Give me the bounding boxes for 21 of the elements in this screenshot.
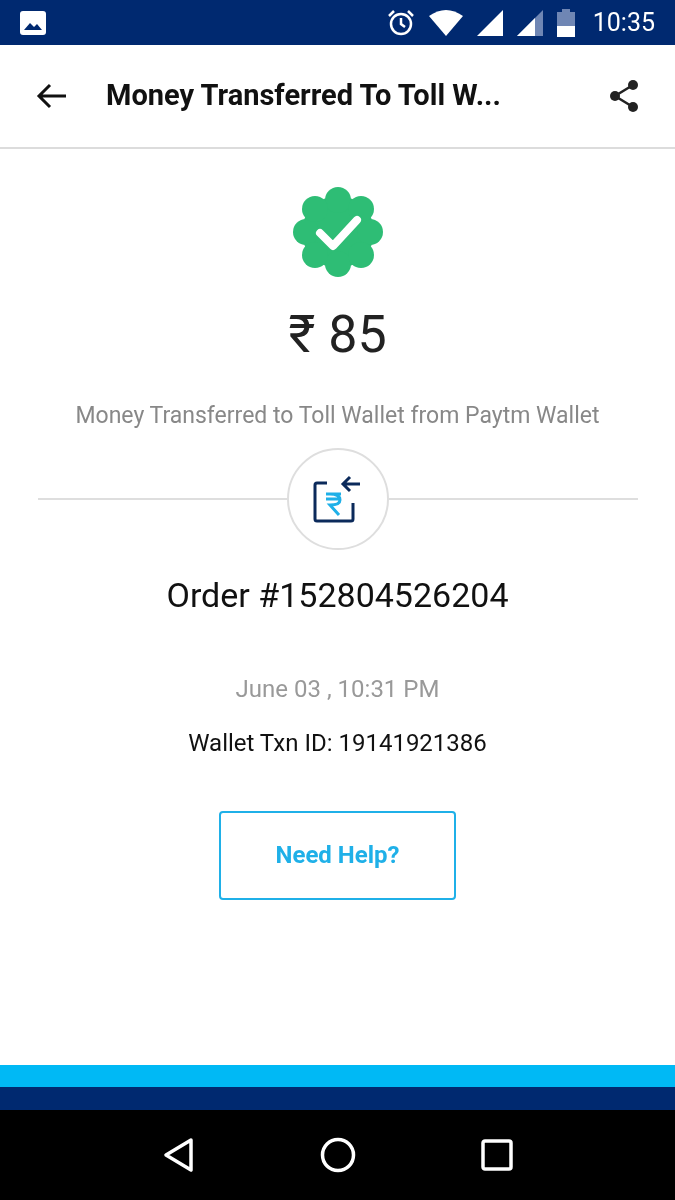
status-time: 10:35 xyxy=(592,6,655,39)
order-number: Order #152804526204 xyxy=(166,573,509,617)
signal-icon xyxy=(516,9,543,36)
signal-icon xyxy=(476,9,503,36)
wifi-icon xyxy=(428,9,463,36)
success-check-icon xyxy=(291,186,384,278)
alarm-icon xyxy=(386,8,415,37)
nav-recents-icon[interactable] xyxy=(480,1139,513,1171)
share-icon[interactable] xyxy=(609,80,639,112)
wallet-transfer-icon xyxy=(312,474,363,523)
amount: ₹ 85 xyxy=(288,305,387,365)
need-help-button[interactable]: Need Help? xyxy=(219,810,456,900)
battery-icon xyxy=(556,8,575,37)
back-arrow-icon[interactable] xyxy=(36,83,68,109)
screen-title: Money Transferred To Toll W... xyxy=(106,77,501,115)
wallet-txn-id: Wallet Txn ID: 19141921386 xyxy=(188,727,487,759)
transaction-description: Money Transferred to Toll Wallet from Paytm Wallet xyxy=(75,401,600,431)
image-notification-icon xyxy=(20,10,46,35)
nav-back-icon[interactable] xyxy=(162,1137,195,1173)
transaction-date: June 03 , 10:31 PM xyxy=(235,673,440,705)
nav-home-icon[interactable] xyxy=(319,1137,356,1173)
